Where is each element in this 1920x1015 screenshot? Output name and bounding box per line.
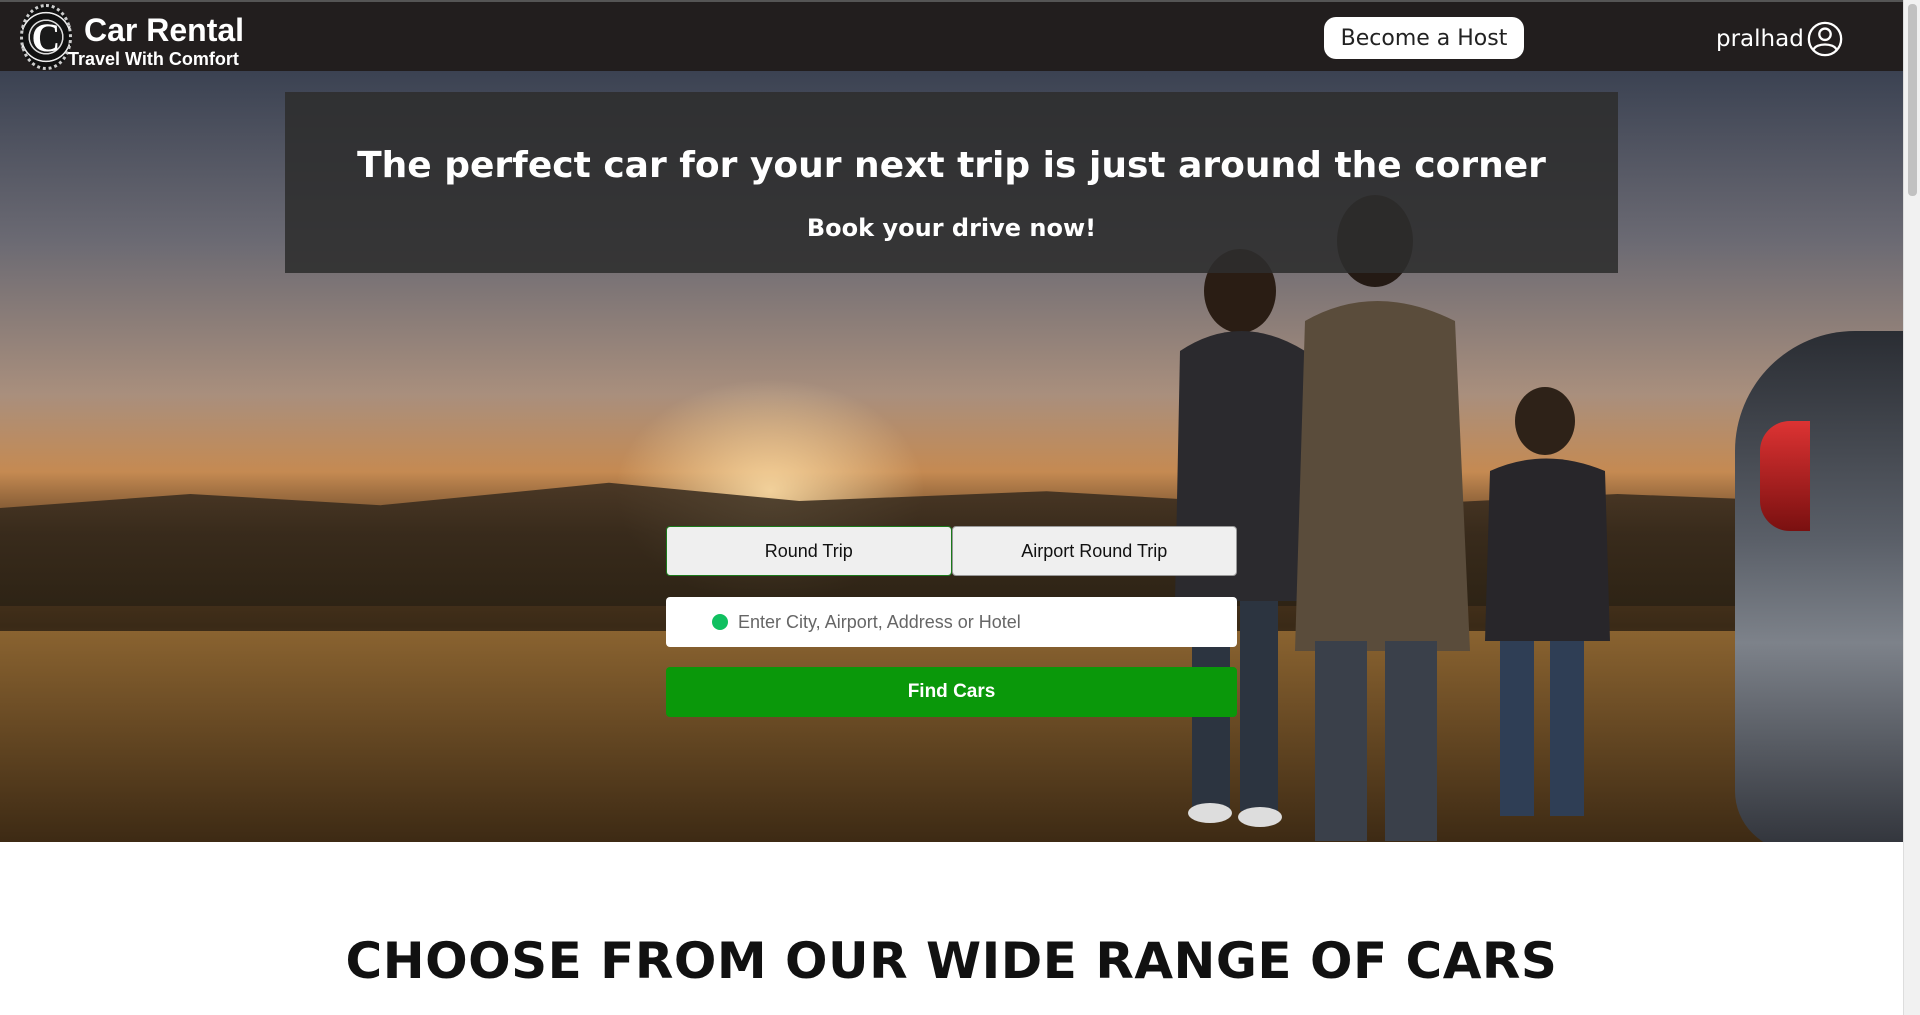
brand-title: Car Rental [84,12,245,48]
location-field[interactable] [666,597,1237,647]
find-cars-button[interactable]: Find Cars [666,667,1237,717]
location-dot-icon [712,614,728,630]
hero-family-image [1175,195,1610,841]
hero-banner: The perfect car for your next trip is ju… [285,92,1618,273]
user-menu[interactable]: pralhad [1716,20,1844,58]
tab-airport-round-trip[interactable]: Airport Round Trip [951,526,1237,576]
location-input[interactable] [738,611,1218,633]
top-navbar: C Car Rental Travel With Comfort Become … [0,0,1903,71]
page-scrollbar[interactable] [1903,0,1920,1015]
logo-icon[interactable]: C [20,4,72,70]
hero-car-taillight [1760,421,1810,531]
hero-subheadline: Book your drive now! [806,214,1097,242]
brand[interactable]: C Car Rental Travel With Comfort [20,4,244,70]
trip-type-tabs: Round Trip Airport Round Trip [666,526,1237,576]
hero-headline: The perfect car for your next trip is ju… [357,145,1546,186]
hero-car-image [1735,331,1903,842]
hero-section: The perfect car for your next trip is ju… [0,71,1903,842]
username-label[interactable]: pralhad [1716,26,1804,52]
brand-text: Car Rental Travel With Comfort [68,4,244,68]
tab-round-trip[interactable]: Round Trip [666,526,952,576]
user-circle-icon[interactable] [1806,20,1844,58]
section-title: CHOOSE FROM OUR WIDE RANGE OF CARS [345,932,1558,990]
scrollbar-thumb[interactable] [1908,4,1917,196]
become-host-button[interactable]: Become a Host [1324,17,1524,59]
brand-tagline: Travel With Comfort [68,49,239,69]
